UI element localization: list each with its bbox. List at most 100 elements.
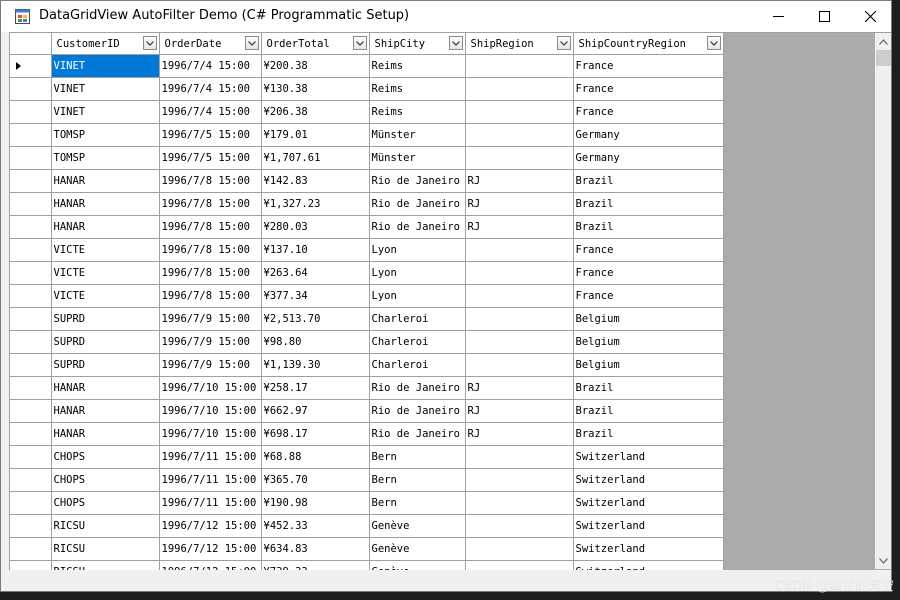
cell-ordertotal[interactable]: ¥1,139.30 [261, 353, 370, 377]
row-header[interactable] [10, 169, 52, 193]
cell-orderdate[interactable]: 1996/7/12 15:00 [159, 560, 262, 570]
cell-customerid[interactable]: HANAR [51, 215, 160, 239]
table-row[interactable]: HANAR 1996/7/10 15:00 ¥258.17 Rio de Janeir… [10, 376, 724, 400]
cell-orderdate[interactable]: 1996/7/9 15:00 [159, 330, 262, 354]
row-header[interactable] [10, 399, 52, 423]
cell-ordertotal[interactable]: ¥1,327.23 [261, 192, 370, 216]
cell-shipcountryregion[interactable]: Brazil [573, 399, 724, 423]
row-header[interactable] [10, 100, 52, 124]
cell-shipcountryregion[interactable]: Belgium [573, 307, 724, 331]
cell-ordertotal[interactable]: ¥190.98 [261, 491, 370, 515]
cell-customerid[interactable]: VINET [51, 54, 160, 78]
table-row[interactable]: CHOPS 1996/7/11 15:00 ¥365.70 Bern Switzerla… [10, 468, 724, 492]
cell-shipregion[interactable] [465, 330, 574, 354]
cell-ordertotal[interactable]: ¥365.70 [261, 468, 370, 492]
table-row[interactable]: TOMSP 1996/7/5 15:00 ¥179.01 Münster Germany [10, 123, 724, 147]
table-row[interactable]: CHOPS 1996/7/11 15:00 ¥68.88 Bern Switzerlan… [10, 445, 724, 469]
row-header[interactable] [10, 192, 52, 216]
cell-orderdate[interactable]: 1996/7/12 15:00 [159, 537, 262, 561]
cell-orderdate[interactable]: 1996/7/5 15:00 [159, 146, 262, 170]
cell-shipcountryregion[interactable]: France [573, 238, 724, 262]
cell-shipregion[interactable] [465, 123, 574, 147]
cell-customerid[interactable]: RICSU [51, 537, 160, 561]
cell-shipcity[interactable]: Rio de Janeiro [369, 215, 466, 239]
cell-shipcity[interactable]: Charleroi [369, 330, 466, 354]
row-header[interactable] [10, 445, 52, 469]
cell-shipcountryregion[interactable]: Brazil [573, 169, 724, 193]
cell-shipcity[interactable]: Lyon [369, 238, 466, 262]
cell-customerid[interactable]: SUPRD [51, 353, 160, 377]
cell-ordertotal[interactable]: ¥1,707.61 [261, 146, 370, 170]
cell-shipregion[interactable] [465, 468, 574, 492]
row-header[interactable] [10, 123, 52, 147]
row-header[interactable] [10, 514, 52, 538]
cell-ordertotal[interactable]: ¥263.64 [261, 261, 370, 285]
cell-customerid[interactable]: TOMSP [51, 146, 160, 170]
data-grid-view[interactable]: CustomerID OrderDate OrderTotal ShipCity Shi… [9, 32, 891, 570]
cell-shipregion[interactable]: RJ [465, 399, 574, 423]
row-header[interactable] [10, 77, 52, 101]
cell-customerid[interactable]: RICSU [51, 514, 160, 538]
cell-orderdate[interactable]: 1996/7/8 15:00 [159, 192, 262, 216]
cell-customerid[interactable]: SUPRD [51, 330, 160, 354]
row-header[interactable] [10, 422, 52, 446]
cell-ordertotal[interactable]: ¥2,513.70 [261, 307, 370, 331]
maximize-button[interactable] [801, 1, 847, 32]
table-row[interactable]: VICTE 1996/7/8 15:00 ¥137.10 Lyon France [10, 238, 724, 262]
cell-shipcity[interactable]: Reims [369, 54, 466, 78]
cell-ordertotal[interactable]: ¥68.88 [261, 445, 370, 469]
cell-shipcountryregion[interactable]: Germany [573, 123, 724, 147]
cell-ordertotal[interactable]: ¥200.38 [261, 54, 370, 78]
cell-shipcity[interactable]: Bern [369, 491, 466, 515]
cell-ordertotal[interactable]: ¥206.38 [261, 100, 370, 124]
cell-orderdate[interactable]: 1996/7/9 15:00 [159, 307, 262, 331]
cell-customerid[interactable]: HANAR [51, 376, 160, 400]
cell-shipcountryregion[interactable]: France [573, 100, 724, 124]
cell-orderdate[interactable]: 1996/7/4 15:00 [159, 77, 262, 101]
cell-customerid[interactable]: CHOPS [51, 445, 160, 469]
scroll-up-button[interactable] [875, 33, 891, 50]
cell-shipcountryregion[interactable]: Belgium [573, 330, 724, 354]
cell-customerid[interactable]: HANAR [51, 169, 160, 193]
cell-shipcountryregion[interactable]: France [573, 284, 724, 308]
cell-customerid[interactable]: RICSU [51, 560, 160, 570]
filter-dropdown-button[interactable] [142, 36, 157, 50]
cell-shipcountryregion[interactable]: Brazil [573, 376, 724, 400]
table-row[interactable]: CHOPS 1996/7/11 15:00 ¥190.98 Bern Switzerla… [10, 491, 724, 515]
cell-orderdate[interactable]: 1996/7/10 15:00 [159, 376, 262, 400]
table-row[interactable]: SUPRD 1996/7/9 15:00 ¥1,139.30 Charleroi Bel… [10, 353, 724, 377]
table-row[interactable]: RICSU 1996/7/12 15:00 ¥452.33 Genève Switzer… [10, 514, 724, 538]
cell-shipcountryregion[interactable]: Brazil [573, 215, 724, 239]
row-header[interactable] [10, 537, 52, 561]
column-header-shipcity[interactable]: ShipCity [369, 33, 466, 55]
cell-orderdate[interactable]: 1996/7/5 15:00 [159, 123, 262, 147]
row-header[interactable] [10, 307, 52, 331]
cell-shipcity[interactable]: Bern [369, 445, 466, 469]
cell-customerid[interactable]: VICTE [51, 284, 160, 308]
cell-shipcity[interactable]: Genève [369, 560, 466, 570]
scroll-thumb[interactable] [876, 50, 891, 66]
cell-customerid[interactable]: CHOPS [51, 491, 160, 515]
row-header[interactable] [10, 560, 52, 570]
cell-shipcountryregion[interactable]: Switzerland [573, 514, 724, 538]
cell-shipregion[interactable] [465, 560, 574, 570]
row-header[interactable] [10, 353, 52, 377]
cell-shipcountryregion[interactable]: Switzerland [573, 491, 724, 515]
cell-shipregion[interactable]: RJ [465, 215, 574, 239]
row-header[interactable] [10, 261, 52, 285]
cell-shipcity[interactable]: Charleroi [369, 307, 466, 331]
cell-shipregion[interactable] [465, 491, 574, 515]
row-header[interactable] [10, 491, 52, 515]
cell-shipcountryregion[interactable]: Germany [573, 146, 724, 170]
table-row[interactable]: RICSU1996/7/12 15:00¥739.33Genève Switzer… [10, 560, 724, 570]
cell-customerid[interactable]: VICTE [51, 238, 160, 262]
cell-ordertotal[interactable]: ¥452.33 [261, 514, 370, 538]
scroll-down-button[interactable] [875, 552, 891, 569]
row-header[interactable] [10, 238, 52, 262]
close-button[interactable] [847, 1, 891, 32]
cell-shipcountryregion[interactable]: Switzerland [573, 445, 724, 469]
cell-shipcity[interactable]: Rio de Janeiro [369, 169, 466, 193]
table-row[interactable]: TOMSP 1996/7/5 15:00 ¥1,707.61 Münster Germa… [10, 146, 724, 170]
filter-dropdown-button[interactable] [352, 36, 367, 50]
cell-customerid[interactable]: TOMSP [51, 123, 160, 147]
